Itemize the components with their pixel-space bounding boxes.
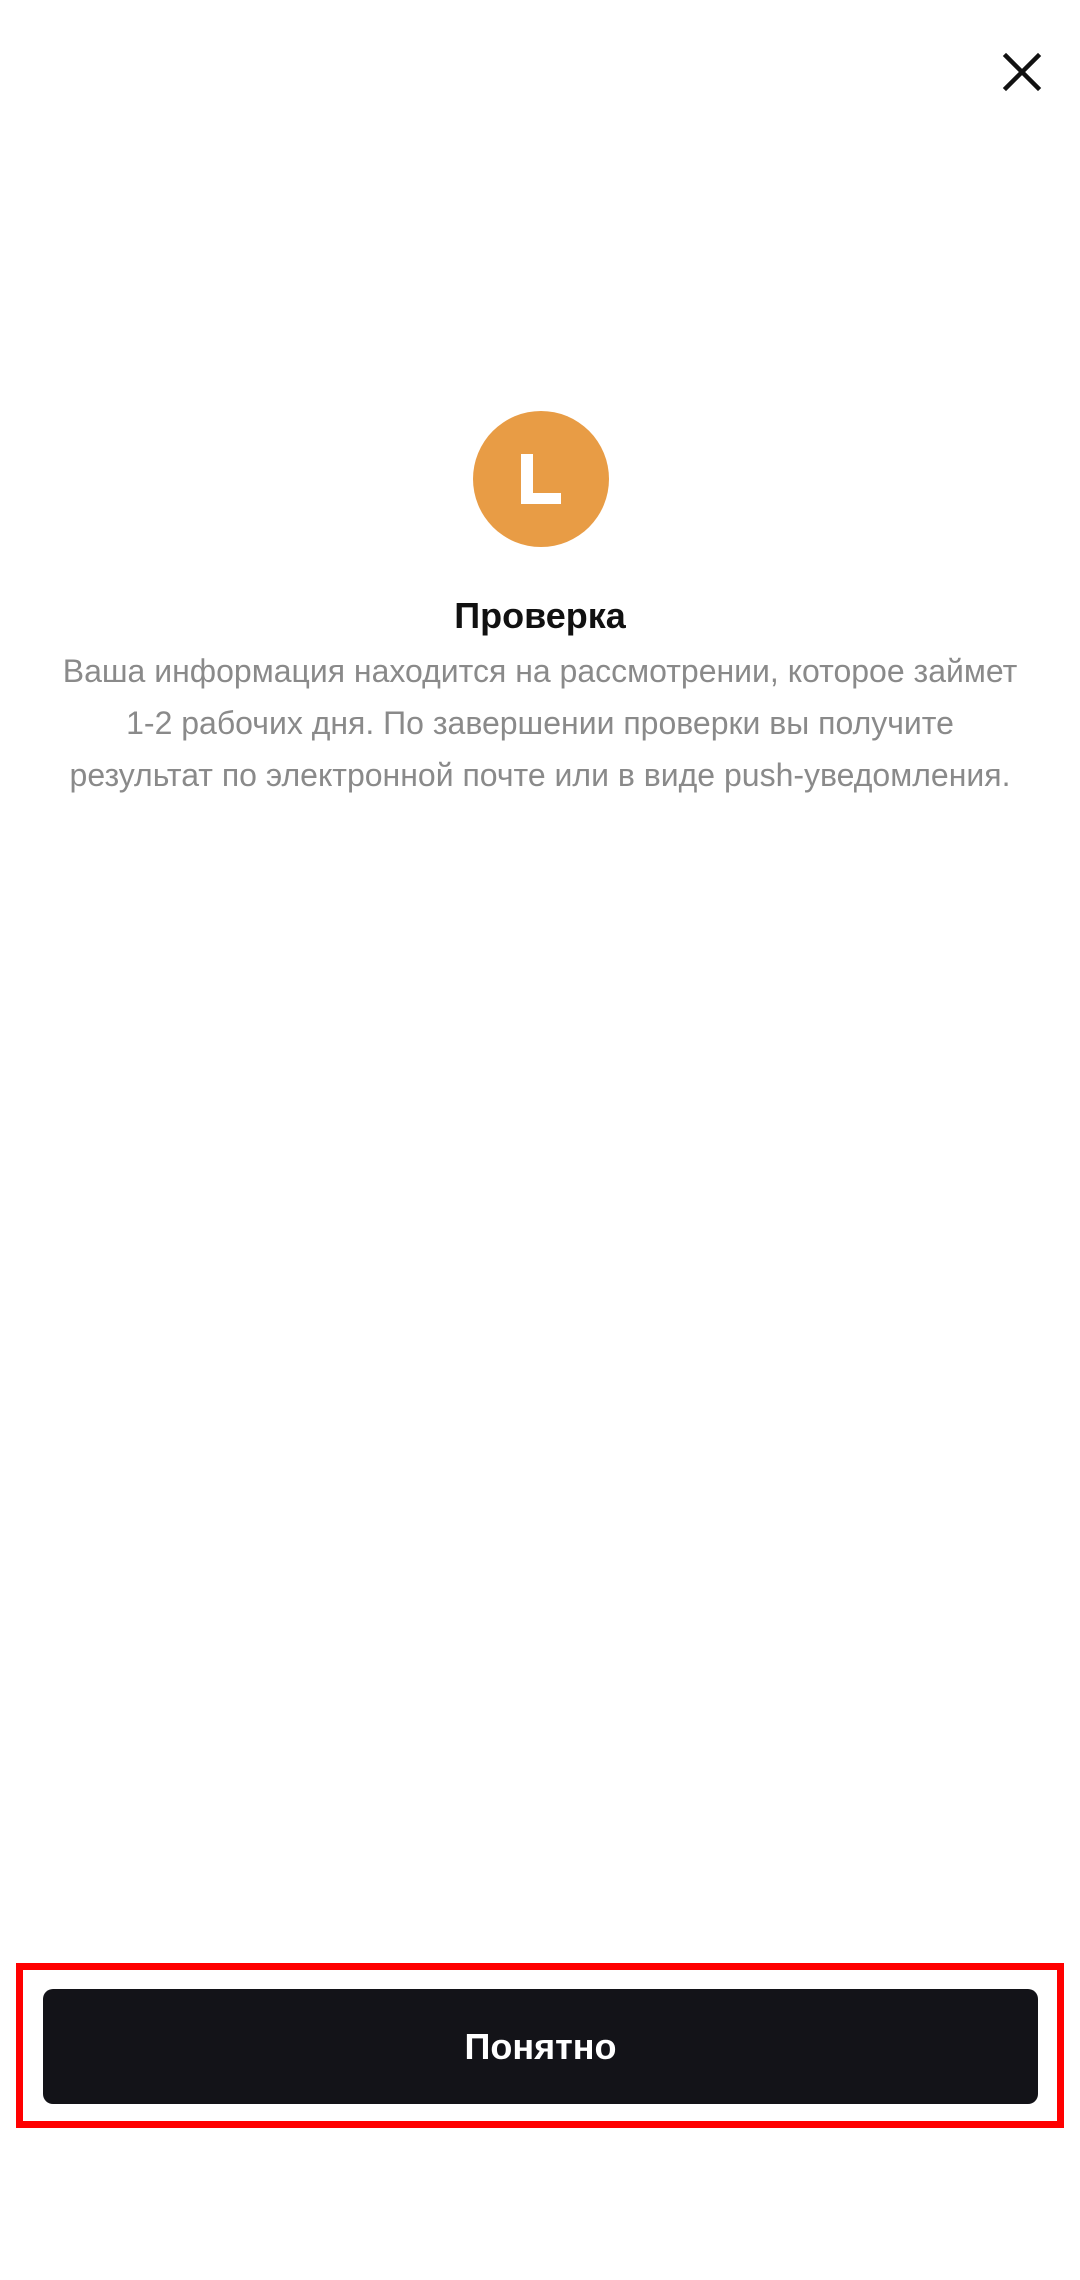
verification-pending-icon bbox=[473, 411, 609, 547]
verification-description: Ваша информация находится на рассмотрени… bbox=[62, 653, 1018, 793]
close-button[interactable] bbox=[990, 40, 1054, 104]
page-title: Проверка bbox=[454, 595, 626, 636]
close-icon bbox=[1002, 52, 1042, 92]
confirm-button[interactable]: Понятно bbox=[43, 1989, 1038, 2104]
